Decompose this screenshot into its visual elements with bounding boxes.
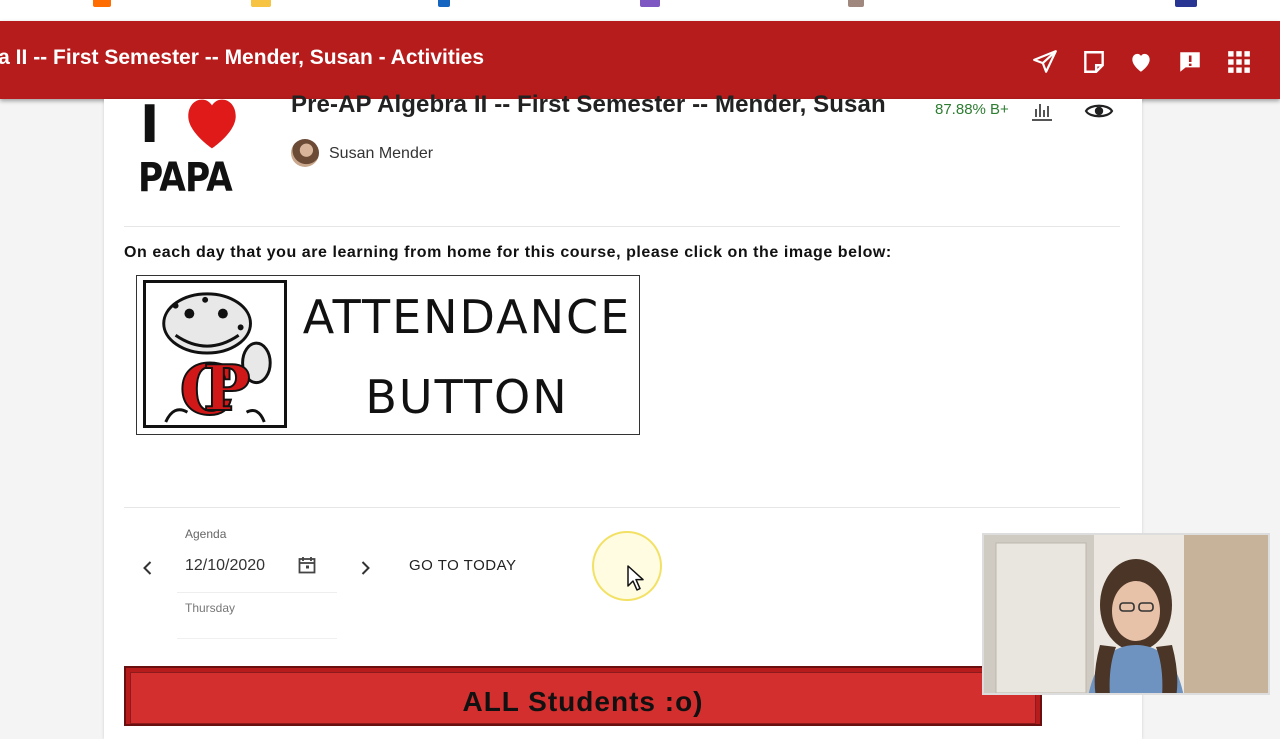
attendance-instruction: On each day that you are learning from h… <box>124 244 892 261</box>
attendance-label-line1: ATTENDANCE <box>302 290 632 344</box>
logo-text: PAPA <box>138 155 233 201</box>
attendance-button[interactable]: C P ATTENDANCE BUTTON <box>136 275 640 435</box>
send-icon[interactable] <box>1032 49 1058 75</box>
heart-logo-icon <box>188 99 236 149</box>
mouse-pointer-icon <box>627 565 644 591</box>
logo-letter: I <box>140 95 160 155</box>
app-header: ra II -- First Semester -- Mender, Susan… <box>0 21 1280 99</box>
grade-badge[interactable]: 87.88% B+ <box>935 101 1009 118</box>
date-input[interactable]: 12/10/2020 <box>185 557 265 575</box>
course-logo: I PAPA <box>136 99 248 203</box>
previous-day-icon[interactable] <box>138 558 158 578</box>
note-icon[interactable] <box>1081 49 1107 75</box>
apps-grid-icon[interactable] <box>1226 49 1252 75</box>
bulldog-mascot-image: C P <box>143 280 287 432</box>
course-title: Pre-AP Algebra II -- First Semester -- M… <box>291 91 886 118</box>
bookmark-favicon[interactable] <box>640 0 660 7</box>
bookmarks-bar <box>0 0 1280 21</box>
divider <box>124 507 1120 508</box>
avatar[interactable] <box>291 139 319 167</box>
weekday-label: Thursday <box>185 601 236 615</box>
heart-icon[interactable] <box>1128 49 1154 75</box>
banner-title: ALL Students :o) <box>462 686 704 717</box>
page-title: ra II -- First Semester -- Mender, Susan… <box>0 46 485 69</box>
next-day-icon[interactable] <box>355 558 375 578</box>
divider <box>124 226 1120 227</box>
divider <box>177 638 337 639</box>
bookmark-favicon[interactable] <box>251 0 271 7</box>
agenda-label: Agenda <box>185 527 227 541</box>
calendar-icon[interactable] <box>297 555 317 575</box>
bookmark-favicon[interactable] <box>93 0 111 7</box>
webcam-video <box>982 533 1270 695</box>
teacher-name[interactable]: Susan Mender <box>329 145 433 163</box>
go-to-today-button[interactable]: GO TO TODAY <box>409 557 516 574</box>
bookmark-favicon[interactable] <box>848 0 864 7</box>
eye-icon[interactable] <box>1084 99 1114 123</box>
svg-text:P: P <box>203 351 250 425</box>
alert-icon[interactable] <box>1177 49 1203 75</box>
stats-icon[interactable] <box>1030 100 1054 122</box>
date-input-underline <box>177 592 337 593</box>
attendance-label-line2: BUTTON <box>365 370 569 424</box>
bookmark-favicon[interactable] <box>1175 0 1197 7</box>
bookmark-favicon[interactable] <box>438 0 450 7</box>
